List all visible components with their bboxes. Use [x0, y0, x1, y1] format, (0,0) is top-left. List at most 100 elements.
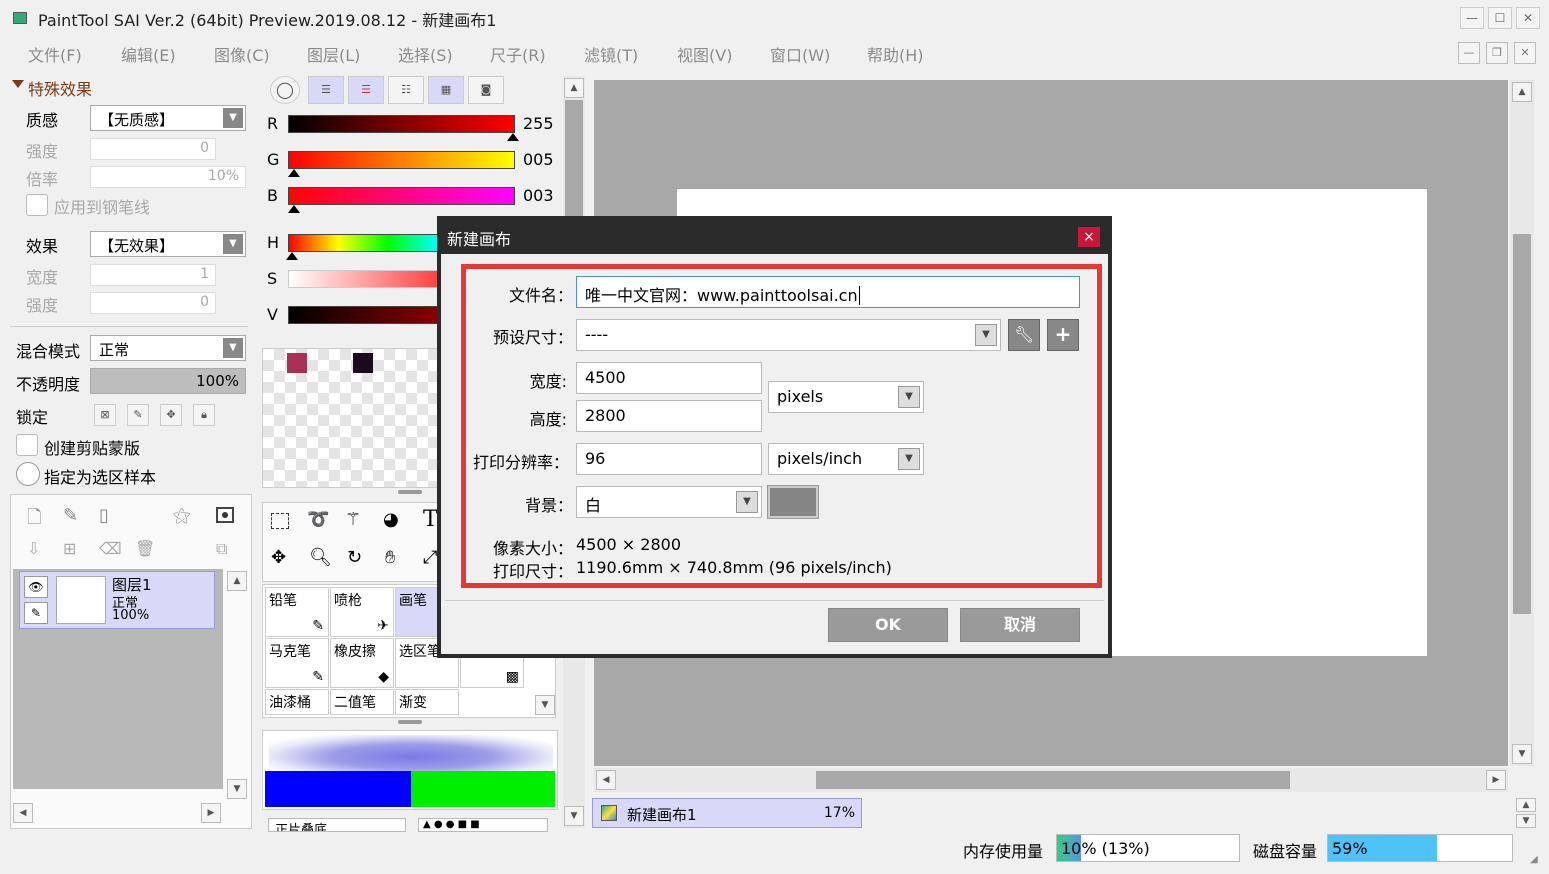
b-slider-handle[interactable]	[288, 205, 300, 213]
menu-window[interactable]: 窗口(W)	[770, 42, 830, 66]
color-wheel-icon[interactable]: ◯	[270, 76, 300, 104]
tab-scroll-up-button[interactable]: ▲	[1516, 798, 1536, 812]
mdi-restore-button[interactable]: ❐	[1486, 42, 1508, 64]
tab-scroll-down-button[interactable]: ▼	[1516, 814, 1536, 828]
wrench-icon[interactable]: 🔧︎	[1008, 319, 1040, 351]
scroll-up-button[interactable]: ▲	[564, 78, 584, 98]
rotate-icon[interactable]: ↻	[347, 547, 362, 568]
b-value[interactable]: 003	[523, 186, 554, 205]
lock-transparency-icon[interactable]: ⊠	[94, 404, 116, 426]
dpi-unit-combo[interactable]: pixels/inch ▼	[768, 443, 924, 475]
h-slider[interactable]	[288, 234, 438, 252]
new-vector-layer-icon[interactable]: ✎	[63, 505, 78, 526]
brush-pencil[interactable]: 铅笔 ✎	[265, 587, 329, 637]
h-slider-handle[interactable]	[286, 252, 298, 260]
background-color-swatch[interactable]	[767, 485, 819, 519]
background-combo[interactable]: 白 ▼	[576, 486, 762, 518]
brush-gradient[interactable]: 渐变	[395, 689, 459, 715]
move-icon[interactable]: ✥	[271, 547, 286, 568]
width-input[interactable]: 4500	[576, 362, 762, 394]
menu-select[interactable]: 选择(S)	[398, 42, 453, 66]
apply-mask-icon[interactable]: ⧉	[216, 539, 227, 559]
g-value[interactable]: 005	[523, 150, 554, 169]
canvas-h-scrollbar[interactable]: ◀ ▶	[594, 768, 1508, 792]
scroll-left-button[interactable]: ◀	[596, 770, 616, 790]
preset-combo[interactable]: ---- ▼	[576, 319, 1001, 351]
transfer-down-icon[interactable]: ⇩	[27, 539, 40, 558]
scroll-thumb[interactable]	[1513, 234, 1531, 614]
texture-combo[interactable]: 【无质感】 ▼	[90, 105, 246, 131]
g-slider-handle[interactable]	[288, 169, 300, 177]
effect-combo[interactable]: 【无效果】 ▼	[90, 231, 246, 257]
ok-button[interactable]: OK	[828, 608, 948, 642]
swatch-grid[interactable]	[262, 348, 444, 488]
swatch[interactable]	[353, 353, 373, 373]
selection-source-radio[interactable]	[16, 462, 40, 486]
lock-move-icon[interactable]: ✥	[160, 404, 182, 426]
brush-shape-row[interactable]: ▲ ● ● ■ ■	[418, 818, 548, 832]
mdi-minimize-button[interactable]: —	[1458, 42, 1480, 64]
eye-icon[interactable]: 👁︎	[24, 576, 48, 598]
layer-row[interactable]: 👁︎ ✎ 图层1 正常 100%	[19, 571, 215, 629]
new-layer-icon[interactable]: 🗋	[27, 505, 41, 535]
strength-field[interactable]: 0	[90, 138, 216, 160]
cancel-button[interactable]: 取消	[960, 608, 1080, 642]
scroll-down-button[interactable]: ▼	[1512, 744, 1532, 764]
rgb-slider-icon[interactable]: ☰	[308, 76, 344, 104]
lock-paint-icon[interactable]: ✎	[127, 404, 149, 426]
brush-airbrush[interactable]: 喷枪 ✈︎	[330, 587, 394, 637]
menu-help[interactable]: 帮助(H)	[867, 42, 924, 66]
v-slider[interactable]	[288, 306, 438, 324]
r-slider[interactable]	[288, 115, 515, 133]
scroll-left-button[interactable]: ◀	[13, 803, 33, 823]
opacity-slider[interactable]: 100%	[90, 368, 246, 394]
scale-field[interactable]: 10%	[90, 166, 246, 188]
fill-selection-icon[interactable]: ◕	[383, 509, 399, 530]
scroll-right-button[interactable]: ▶	[201, 803, 221, 823]
resize-grip-icon[interactable]: ◢	[1530, 854, 1538, 865]
s-slider[interactable]	[288, 270, 438, 288]
dialog-close-button[interactable]: ×	[1078, 227, 1100, 247]
swatch[interactable]	[287, 353, 307, 373]
menu-ruler[interactable]: 尺子(R)	[490, 42, 546, 66]
layer-mask-icon[interactable]	[216, 507, 234, 523]
brush-mode-combo[interactable]: 正片叠底	[268, 818, 406, 832]
canvas-v-scrollbar[interactable]: ▲ ▼	[1510, 80, 1534, 766]
scroll-up-button[interactable]: ▲	[227, 571, 247, 591]
splitter-handle[interactable]	[398, 490, 422, 494]
splitter-handle[interactable]	[398, 720, 422, 724]
magic-wand-icon[interactable]: ⚚	[345, 509, 361, 530]
scroll-up-button[interactable]: ▲	[1512, 82, 1532, 102]
menu-view[interactable]: 视图(V)	[677, 42, 732, 66]
new-folder-icon[interactable]: ▯	[99, 505, 109, 526]
menu-image[interactable]: 图像(C)	[214, 42, 270, 66]
brush-eraser[interactable]: 橡皮擦 ◆	[330, 638, 394, 688]
add-preset-button[interactable]: +	[1047, 319, 1079, 351]
menu-layer[interactable]: 图层(L)	[307, 42, 360, 66]
text-tool-icon[interactable]: T	[423, 507, 438, 532]
menu-file[interactable]: 文件(F)	[28, 42, 82, 66]
swatch-icon[interactable]: ▦	[428, 76, 464, 104]
minimize-button[interactable]: —	[1460, 7, 1484, 29]
merge-down-icon[interactable]: ⊞	[63, 539, 76, 558]
brush-scroll-down-button[interactable]: ▼	[535, 695, 555, 715]
blend-mode-combo[interactable]: 正常 ▼	[90, 335, 246, 361]
apply-pen-checkbox[interactable]	[26, 194, 48, 216]
dpi-input[interactable]: 96	[576, 443, 762, 475]
unit-combo[interactable]: pixels ▼	[768, 381, 924, 413]
scroll-down-button[interactable]: ▼	[227, 779, 247, 799]
layer-effect-icon[interactable]: ⚝	[173, 505, 191, 526]
menu-filter[interactable]: 滤镜(T)	[584, 42, 638, 66]
scratchpad-icon[interactable]: ◙	[468, 76, 504, 104]
pencil-icon[interactable]: ✎	[24, 602, 48, 624]
g-slider[interactable]	[288, 151, 515, 169]
lasso-icon[interactable]: ➰	[307, 509, 329, 530]
delete-layer-icon[interactable]: 🗑︎	[135, 539, 155, 558]
filename-input[interactable]: 唯一中文官网：www.painttoolsai.cn	[576, 276, 1080, 308]
r-value[interactable]: 255	[523, 114, 554, 133]
rect-select-icon[interactable]	[271, 513, 289, 529]
height-input[interactable]: 2800	[576, 400, 762, 432]
clear-layer-icon[interactable]: ⌫	[99, 539, 122, 558]
scroll-thumb[interactable]	[816, 771, 1290, 789]
r-slider-handle[interactable]	[507, 133, 519, 141]
